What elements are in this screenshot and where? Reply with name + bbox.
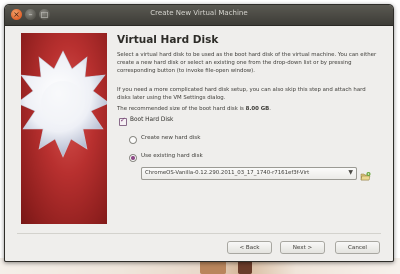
cancel-button[interactable]: Cancel	[335, 241, 380, 254]
create-new-disk-radio[interactable]	[129, 136, 137, 144]
create-new-disk-label[interactable]: Create new hard disk	[141, 135, 200, 141]
recommended-size-text: The recommended size of the boot hard di…	[117, 106, 271, 112]
recommended-prefix: The recommended size of the boot hard di…	[117, 106, 246, 112]
description-text: Select a virtual hard disk to be used as…	[117, 52, 377, 74]
page-title: Virtual Hard Disk	[117, 34, 219, 46]
next-button[interactable]: Next >	[280, 241, 325, 254]
wizard-window: × – □ Create New Virtual Machine Virtual…	[4, 4, 394, 262]
open-folder-icon	[360, 172, 371, 181]
boot-hard-disk-checkbox[interactable]	[119, 116, 127, 126]
choose-disk-file-button[interactable]	[360, 167, 371, 181]
wizard-image	[21, 33, 107, 224]
recommended-size-value: 8.00 GB	[245, 106, 270, 112]
use-existing-disk-radio[interactable]	[129, 154, 137, 162]
starburst-icon	[21, 50, 107, 158]
hard-disk-dropdown[interactable]: ChromeOS-Vanilla-0.12.290.2011_03_17_174…	[141, 167, 357, 180]
chevron-down-icon: ▼	[348, 169, 353, 176]
button-separator	[17, 233, 381, 234]
title-bar[interactable]: × – □ Create New Virtual Machine	[5, 5, 393, 26]
back-button[interactable]: < Back	[227, 241, 272, 254]
advanced-hint-text: If you need a more complicated hard disk…	[117, 87, 366, 101]
use-existing-disk-label[interactable]: Use existing hard disk	[141, 153, 203, 159]
recommended-suffix: .	[269, 106, 272, 112]
boot-hard-disk-label[interactable]: Boot Hard Disk	[130, 117, 173, 123]
hard-disk-dropdown-value: ChromeOS-Vanilla-0.12.290.2011_03_17_174…	[145, 170, 310, 176]
window-title: Create New Virtual Machine	[150, 9, 248, 17]
